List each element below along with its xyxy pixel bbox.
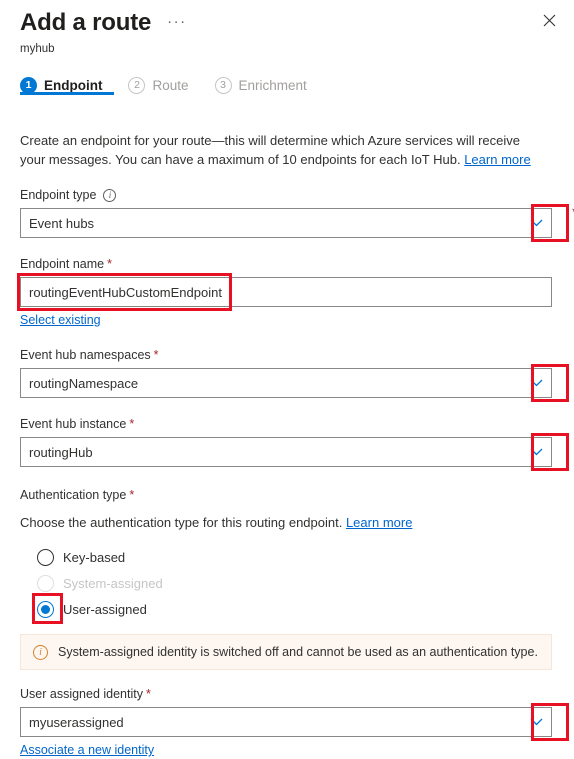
auth-type-radio-group: Key-based System-assigned User-assigned xyxy=(20,544,554,624)
field-event-hub-instance: Event hub instance * routingHub xyxy=(20,416,569,471)
radio-label-system-assigned: System-assigned xyxy=(63,575,163,591)
radio-icon-key-based[interactable] xyxy=(37,548,54,566)
instance-control-row: routingHub xyxy=(20,433,569,471)
endpoint-name-label: Endpoint name xyxy=(20,257,105,271)
auth-type-label: Authentication type xyxy=(20,488,127,502)
intro-description: Create an endpoint for your route—this w… xyxy=(20,131,540,169)
endpoint-name-value: routingEventHubCustomEndpoint xyxy=(29,284,222,300)
blade-body: Create an endpoint for your route—this w… xyxy=(0,131,574,759)
chevron-down-icon[interactable] xyxy=(521,438,551,466)
user-identity-label-row: User assigned identity * xyxy=(20,686,554,702)
radio-system-assigned: System-assigned xyxy=(20,570,554,596)
user-identity-label: User assigned identity xyxy=(20,687,143,701)
field-endpoint-type: Endpoint type i Event hubs * xyxy=(20,187,574,242)
info-icon: i xyxy=(33,644,48,660)
field-user-assigned-identity: User assigned identity * myuserassigned … xyxy=(20,686,569,759)
radio-key-based[interactable]: Key-based xyxy=(20,544,554,570)
instance-dropdown[interactable]: routingHub xyxy=(20,437,552,467)
info-icon[interactable]: i xyxy=(103,188,117,202)
endpoint-type-control-row: Event hubs * xyxy=(20,204,574,242)
endpoint-name-required-marker: * xyxy=(107,257,112,271)
tab-route[interactable]: 2 Route xyxy=(128,69,189,103)
field-event-hub-namespaces: Event hub namespaces * routingNamespace xyxy=(20,347,569,402)
auth-type-label-row: Authentication type * xyxy=(20,487,554,503)
endpoint-name-control-row: routingEventHubCustomEndpoint xyxy=(17,273,554,311)
radio-icon-user-assigned[interactable] xyxy=(37,600,54,618)
active-tab-underline xyxy=(20,92,114,95)
radio-icon-system-assigned xyxy=(37,574,54,592)
namespaces-label: Event hub namespaces xyxy=(20,348,151,362)
field-endpoint-name: Endpoint name * routingEventHubCustomEnd… xyxy=(17,256,554,329)
tab-endpoint-label: Endpoint xyxy=(44,77,103,93)
endpoint-type-dropdown[interactable]: Event hubs xyxy=(20,208,552,238)
blade-header: Add a route ··· myhub xyxy=(0,0,574,57)
namespaces-control-row: routingNamespace xyxy=(20,364,569,402)
chevron-down-icon[interactable] xyxy=(521,708,551,736)
wizard-tabs: 1 Endpoint 2 Route 3 Enrichment xyxy=(0,69,574,103)
endpoint-name-input[interactable]: routingEventHubCustomEndpoint xyxy=(20,277,552,307)
field-authentication-type: Authentication type * Choose the authent… xyxy=(20,487,554,624)
radio-label-user-assigned: User-assigned xyxy=(63,601,147,617)
endpoint-type-value: Event hubs xyxy=(29,215,95,231)
tab-enrichment-label: Enrichment xyxy=(238,77,307,93)
close-icon[interactable] xyxy=(536,7,562,33)
banner-text: System-assigned identity is switched off… xyxy=(58,645,538,659)
chevron-down-icon[interactable] xyxy=(521,209,551,237)
auth-type-description: Choose the authentication type for this … xyxy=(20,513,540,532)
step-number-1: 1 xyxy=(20,76,37,94)
auth-type-required-marker: * xyxy=(129,488,135,502)
user-identity-value: myuserassigned xyxy=(29,714,124,730)
radio-user-assigned[interactable]: User-assigned xyxy=(20,593,554,624)
auth-type-description-text: Choose the authentication type for this … xyxy=(20,515,343,530)
tab-endpoint[interactable]: 1 Endpoint xyxy=(20,69,102,103)
intro-text: Create an endpoint for your route—this w… xyxy=(20,133,520,167)
instance-label: Event hub instance xyxy=(20,417,127,431)
associate-new-identity-link[interactable]: Associate a new identity xyxy=(20,743,154,757)
system-assigned-warning-banner: i System-assigned identity is switched o… xyxy=(20,634,552,670)
endpoint-type-label-row: Endpoint type i xyxy=(20,187,554,203)
title-row: Add a route ··· xyxy=(20,8,554,38)
namespaces-value: routingNamespace xyxy=(29,375,139,391)
instance-required-marker: * xyxy=(129,417,135,431)
endpoint-name-label-row: Endpoint name * xyxy=(20,256,554,272)
blade-subtitle: myhub xyxy=(20,43,55,55)
instance-label-row: Event hub instance * xyxy=(20,416,554,432)
select-existing-link[interactable]: Select existing xyxy=(20,313,101,327)
namespaces-label-row: Event hub namespaces * xyxy=(20,347,554,363)
user-identity-required-marker: * xyxy=(145,687,151,701)
endpoint-type-label: Endpoint type xyxy=(20,188,97,202)
namespaces-required-marker: * xyxy=(153,348,159,362)
page-title: Add a route xyxy=(20,9,152,36)
namespaces-dropdown[interactable]: routingNamespace xyxy=(20,368,552,398)
tab-enrichment[interactable]: 3 Enrichment xyxy=(214,69,307,103)
chevron-down-icon[interactable] xyxy=(521,369,551,397)
more-options-icon[interactable]: ··· xyxy=(167,14,187,29)
auth-learn-more-link[interactable]: Learn more xyxy=(346,515,412,530)
radio-label-key-based: Key-based xyxy=(63,549,126,565)
tab-route-label: Route xyxy=(152,77,189,93)
intro-learn-more-link[interactable]: Learn more xyxy=(464,152,530,167)
step-number-2: 2 xyxy=(128,76,146,94)
instance-value: routingHub xyxy=(29,444,93,460)
step-number-3: 3 xyxy=(214,76,232,94)
